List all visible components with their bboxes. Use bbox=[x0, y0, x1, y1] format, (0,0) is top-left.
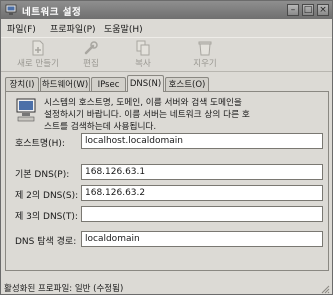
network-icon bbox=[5, 4, 17, 15]
copy-label: 복사 bbox=[135, 59, 151, 69]
dns2-field[interactable]: 168.126.63.2 bbox=[81, 185, 323, 201]
new-label: 새로 만들기 bbox=[17, 59, 59, 69]
tab-dns[interactable]: DNS(N) bbox=[127, 75, 164, 92]
network-info-icon bbox=[16, 98, 36, 122]
menu-file[interactable]: 파일(F) bbox=[7, 22, 36, 35]
title-bar[interactable]: 네트워크 설정 – □ × bbox=[1, 1, 332, 19]
delete-label: 지우기 bbox=[193, 59, 217, 69]
tab-hosts[interactable]: 호스트(O) bbox=[165, 77, 209, 91]
hostname-label: 호스트명(H): bbox=[15, 139, 65, 149]
minimize-button[interactable]: – bbox=[287, 4, 299, 16]
info-line: 설정하시기 바랍니다. 이름 서버는 네트워크 상의 다른 호 bbox=[44, 110, 250, 120]
status-text: 활성화된 프로파일: 일반 (수정됨) bbox=[4, 284, 124, 294]
menu-help[interactable]: 도움말(H) bbox=[104, 22, 143, 35]
tab-ipsec[interactable]: IPsec bbox=[91, 77, 126, 91]
edit-label: 편집 bbox=[83, 59, 99, 69]
toolbar: 새로 만들기 편집 복사 지우기 bbox=[1, 37, 332, 72]
dns2-label: 제 2의 DNS(S): bbox=[15, 191, 79, 201]
copy-button[interactable]: 복사 bbox=[119, 40, 167, 70]
delete-button[interactable]: 지우기 bbox=[181, 40, 229, 70]
dns3-field[interactable] bbox=[81, 206, 323, 222]
info-text: 시스템의 호스트명, 도메인, 이름 서버와 검색 도메인을 설정하시기 바랍니… bbox=[44, 97, 322, 133]
info-line: 스트를 검색하는데 사용됩니다. bbox=[44, 122, 157, 132]
wrench-icon bbox=[84, 41, 98, 55]
new-button[interactable]: 새로 만들기 bbox=[14, 40, 62, 70]
resize-grip-icon[interactable] bbox=[320, 284, 330, 294]
copy-icon bbox=[136, 40, 150, 56]
maximize-button[interactable]: □ bbox=[302, 4, 314, 16]
info-line: 시스템의 호스트명, 도메인, 이름 서버와 검색 도메인을 bbox=[44, 98, 242, 108]
window-title: 네트워크 설정 bbox=[22, 7, 82, 18]
search-path-label: DNS 탐색 경로: bbox=[15, 237, 77, 247]
search-path-field[interactable]: localdomain bbox=[81, 231, 323, 247]
dns1-field[interactable]: 168.126.63.1 bbox=[81, 164, 323, 180]
menu-bar: 파일(F) 프로파일(P) 도움말(H) bbox=[1, 19, 332, 36]
new-document-icon bbox=[32, 40, 44, 56]
status-bar: 활성화된 프로파일: 일반 (수정됨) bbox=[1, 280, 332, 295]
network-settings-window: 네트워크 설정 – □ × 파일(F) 프로파일(P) 도움말(H) 새로 만들… bbox=[0, 0, 333, 295]
tab-devices[interactable]: 장치(I) bbox=[5, 77, 39, 91]
tab-bar: 장치(I) 하드웨어(W) IPsec DNS(N) 호스트(O) bbox=[5, 75, 329, 92]
close-button[interactable]: × bbox=[317, 4, 329, 16]
hostname-field[interactable]: localhost.localdomain bbox=[81, 133, 323, 149]
dns1-label: 기본 DNS(P): bbox=[15, 170, 70, 180]
dns3-label: 제 3의 DNS(T): bbox=[15, 212, 78, 222]
trash-icon bbox=[198, 41, 212, 56]
menu-profile[interactable]: 프로파일(P) bbox=[50, 22, 96, 35]
edit-button[interactable]: 편집 bbox=[67, 40, 115, 70]
dns-panel: 시스템의 호스트명, 도메인, 이름 서버와 검색 도메인을 설정하시기 바랍니… bbox=[5, 91, 329, 271]
tab-hardware[interactable]: 하드웨어(W) bbox=[40, 77, 90, 91]
